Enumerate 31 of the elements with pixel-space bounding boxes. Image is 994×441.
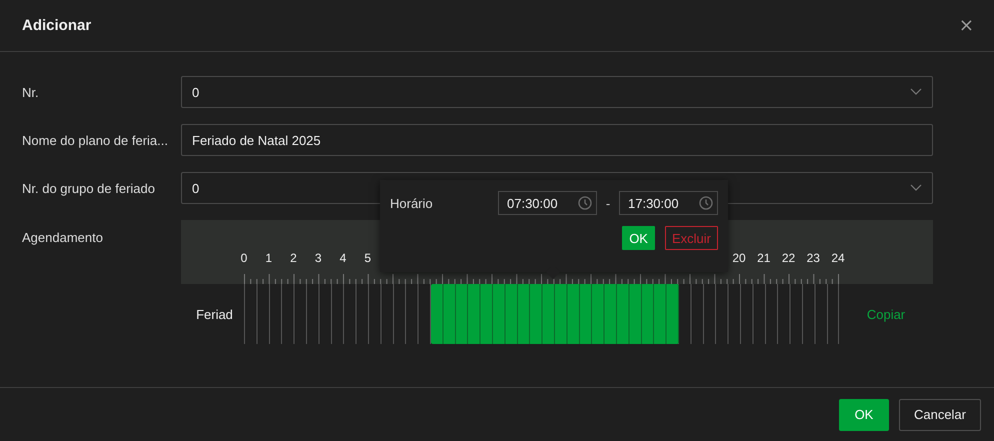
copy-link[interactable]: Copiar	[866, 306, 906, 322]
field-label: Nr. do grupo de feriado	[22, 180, 156, 196]
chevron-icon	[910, 184, 922, 192]
hour-label: 4	[338, 251, 348, 265]
hour-label: 23	[806, 251, 821, 265]
chevron-icon	[910, 88, 922, 96]
row-label: Feriad	[195, 306, 233, 322]
input-field[interactable]: Feriado de Natal 2025	[181, 124, 933, 156]
hour-label: 1	[264, 251, 274, 265]
range-separator: -	[604, 196, 612, 210]
hour-label: 22	[780, 251, 796, 265]
hour-label: 3	[314, 251, 323, 265]
dropdown-field[interactable]: 0	[181, 76, 933, 108]
hour-label: 2	[289, 251, 298, 265]
time-grid[interactable]	[244, 284, 839, 344]
hour-label: 5	[363, 251, 372, 265]
dialog-title: Adicionar	[22, 17, 92, 34]
hour-label: 24	[830, 251, 846, 265]
hour-label: 20	[731, 251, 747, 265]
field-label: Nr.	[22, 84, 40, 100]
time-label: Horário	[390, 196, 434, 210]
field-label: Agendamento	[22, 229, 104, 245]
end-time-field[interactable]: 17:30:00	[619, 191, 718, 215]
clock-icon	[699, 196, 713, 210]
field-label: Nome do plano de feria...	[22, 132, 169, 148]
start-time-field[interactable]: 07:30:00	[498, 191, 597, 215]
close-button[interactable]: ×	[954, 15, 978, 36]
clock-icon	[578, 196, 592, 210]
hour-label: 0	[240, 251, 248, 265]
hour-label: 21	[756, 251, 772, 265]
cancel-button[interactable]: Cancelar	[898, 398, 981, 430]
